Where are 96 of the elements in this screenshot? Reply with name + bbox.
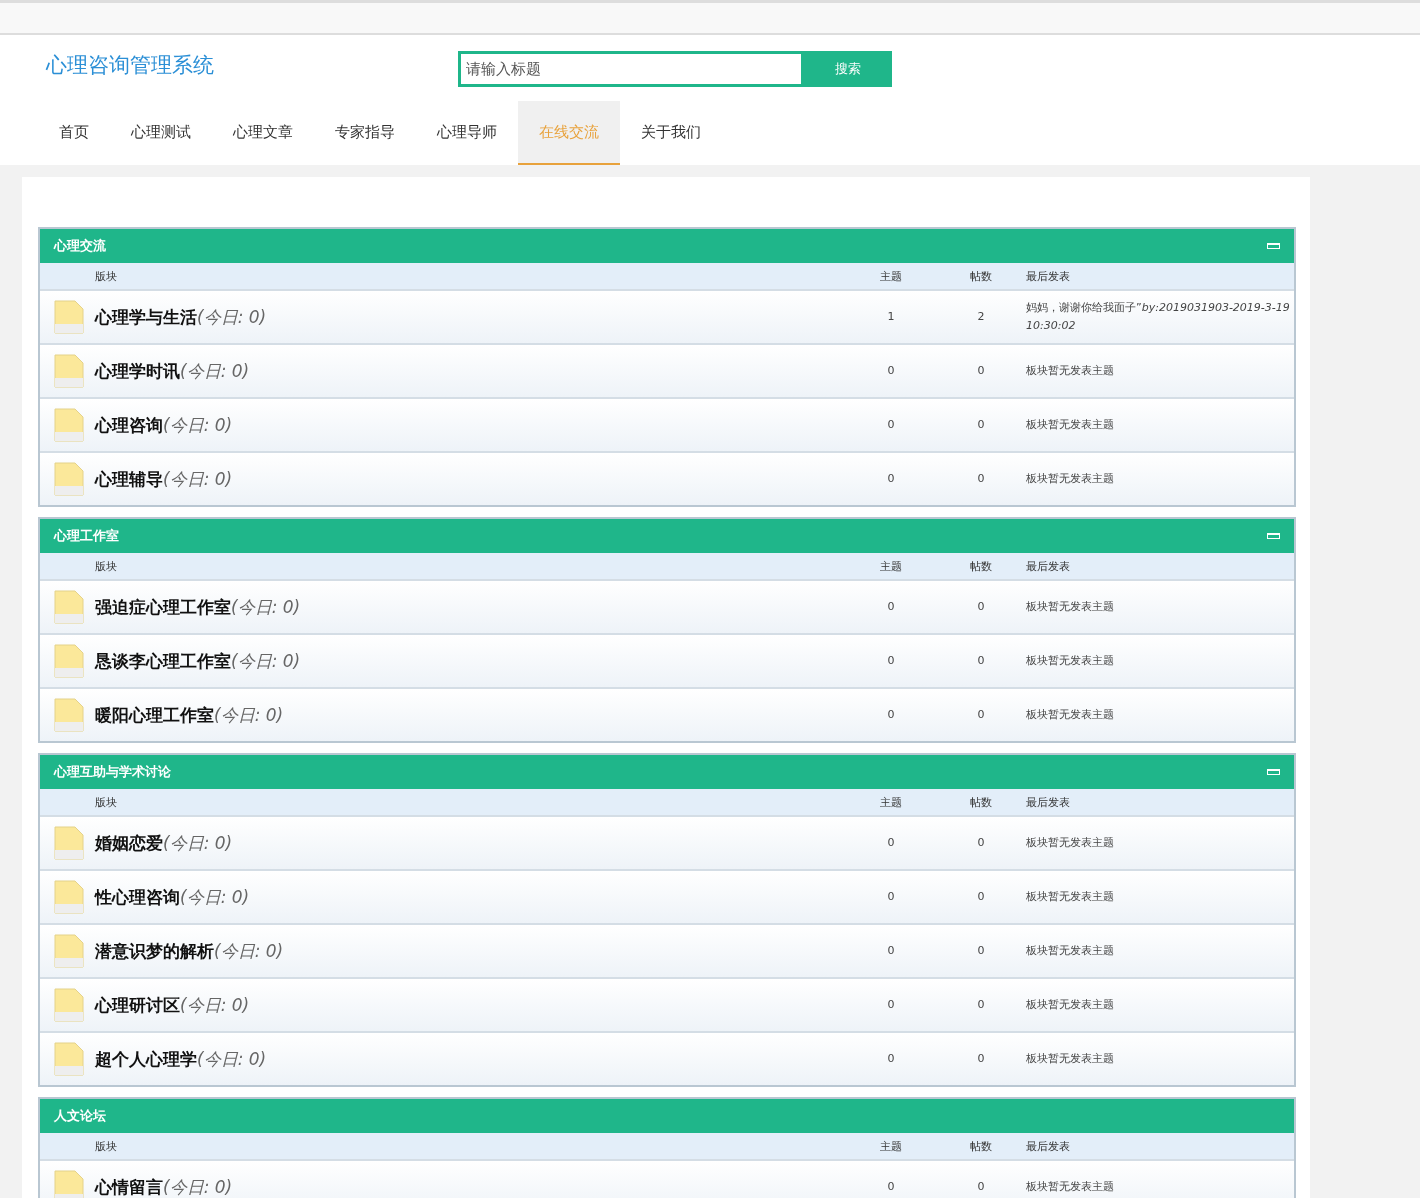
post-count: 2	[976, 309, 986, 325]
last-post: 板块暂无发表主题	[1026, 835, 1115, 851]
last-post: 板块暂无发表主题	[1026, 1051, 1115, 1067]
today-count: (今日: 0)	[180, 359, 250, 383]
forum-name[interactable]: 心理学与生活	[95, 305, 197, 329]
search-field[interactable]: 请输入标题	[458, 51, 804, 87]
forum-name[interactable]: 婚姻恋爱	[95, 831, 163, 855]
topic-count: 0	[886, 471, 896, 487]
forum-name[interactable]: 恳谈李心理工作室	[95, 649, 231, 673]
post-count: 0	[976, 707, 986, 723]
last-post: 板块暂无发表主题	[1026, 417, 1115, 433]
topic-count: 0	[886, 997, 896, 1013]
forum-name[interactable]: 性心理咨询	[95, 885, 180, 909]
forum-name[interactable]: 潜意识梦的解析	[95, 939, 214, 963]
post-count: 0	[976, 943, 986, 959]
post-count: 0	[976, 1051, 986, 1067]
group-title: 心理工作室	[54, 527, 119, 545]
nav-tab[interactable]: 心理文章	[212, 101, 314, 165]
nav-tab[interactable]: 心理测试	[110, 101, 212, 165]
post-count: 0	[976, 417, 986, 433]
forum-name[interactable]: 心情留言	[95, 1175, 163, 1198]
topic-count: 0	[886, 943, 896, 959]
nav-tab[interactable]: 首页	[38, 101, 110, 165]
last-post: 板块暂无发表主题	[1026, 363, 1115, 379]
column-heading: 帖数	[969, 1138, 993, 1154]
last-post: 板块暂无发表主题	[1026, 1179, 1115, 1195]
column-heading: 主题	[879, 558, 903, 574]
topic-count: 0	[886, 653, 896, 669]
column-heading: 版块	[95, 268, 118, 284]
today-count: (今日: 0)	[231, 649, 301, 673]
nav-tab[interactable]: 专家指导	[314, 101, 416, 165]
nav-tab[interactable]: 心理导师	[416, 101, 518, 165]
topic-count: 0	[886, 889, 896, 905]
nav-tab[interactable]: 关于我们	[620, 101, 722, 165]
column-heading: 主题	[879, 1138, 903, 1154]
topic-count: 0	[886, 707, 896, 723]
column-heading: 最后发表	[1026, 1138, 1071, 1154]
today-count: (今日: 0)	[163, 413, 233, 437]
post-count: 0	[976, 653, 986, 669]
group-title: 人文论坛	[54, 1107, 106, 1125]
forum-name[interactable]: 超个人心理学	[95, 1047, 197, 1071]
topic-count: 1	[886, 309, 896, 325]
column-heading: 版块	[95, 558, 118, 574]
today-count: (今日: 0)	[214, 703, 284, 727]
collapse-icon[interactable]	[1267, 243, 1280, 249]
column-heading: 版块	[95, 794, 118, 810]
forum-name[interactable]: 心理咨询	[95, 413, 163, 437]
forum-name[interactable]: 心理学时讯	[95, 359, 180, 383]
column-heading: 帖数	[969, 268, 993, 284]
post-count: 0	[976, 1179, 986, 1195]
topic-count: 0	[886, 363, 896, 379]
post-count: 0	[976, 471, 986, 487]
last-post: 妈妈，谢谢你给我面子”by:2019031903-2019-3-19 10:30:02	[1026, 300, 1291, 334]
topic-count: 0	[886, 1179, 896, 1195]
forum-name[interactable]: 心理辅导	[95, 467, 163, 491]
post-count: 0	[976, 599, 986, 615]
topic-count: 0	[886, 1051, 896, 1067]
last-post: 板块暂无发表主题	[1026, 889, 1115, 905]
today-count: (今日: 0)	[180, 885, 250, 909]
today-count: (今日: 0)	[180, 993, 250, 1017]
last-post: 板块暂无发表主题	[1026, 653, 1115, 669]
post-count: 0	[976, 835, 986, 851]
post-count: 0	[976, 997, 986, 1013]
forum-name[interactable]: 心理研讨区	[95, 993, 180, 1017]
group-title: 心理交流	[54, 237, 106, 255]
post-count: 0	[976, 363, 986, 379]
today-count: (今日: 0)	[163, 1175, 233, 1198]
collapse-icon[interactable]	[1267, 769, 1280, 775]
collapse-icon[interactable]	[1267, 533, 1280, 539]
last-post: 板块暂无发表主题	[1026, 997, 1115, 1013]
column-heading: 最后发表	[1026, 268, 1071, 284]
post-count: 0	[976, 889, 986, 905]
column-heading: 帖数	[969, 794, 993, 810]
forum-name[interactable]: 暖阳心理工作室	[95, 703, 214, 727]
column-heading: 最后发表	[1026, 558, 1071, 574]
column-heading: 帖数	[969, 558, 993, 574]
column-heading: 主题	[879, 794, 903, 810]
site-logo: 心理咨询管理系统	[46, 52, 215, 79]
group-title: 心理互助与学术讨论	[54, 763, 171, 781]
column-heading: 版块	[95, 1138, 118, 1154]
topic-count: 0	[886, 599, 896, 615]
today-count: (今日: 0)	[197, 305, 267, 329]
forum-name[interactable]: 强迫症心理工作室	[95, 595, 231, 619]
topic-count: 0	[886, 835, 896, 851]
today-count: (今日: 0)	[214, 939, 284, 963]
last-post: 板块暂无发表主题	[1026, 943, 1115, 959]
last-post: 板块暂无发表主题	[1026, 471, 1115, 487]
today-count: (今日: 0)	[163, 467, 233, 491]
today-count: (今日: 0)	[163, 831, 233, 855]
today-count: (今日: 0)	[197, 1047, 267, 1071]
last-post: 板块暂无发表主题	[1026, 707, 1115, 723]
today-count: (今日: 0)	[231, 595, 301, 619]
column-heading: 最后发表	[1026, 794, 1071, 810]
column-heading: 主题	[879, 268, 903, 284]
topic-count: 0	[886, 417, 896, 433]
last-post: 板块暂无发表主题	[1026, 599, 1115, 615]
